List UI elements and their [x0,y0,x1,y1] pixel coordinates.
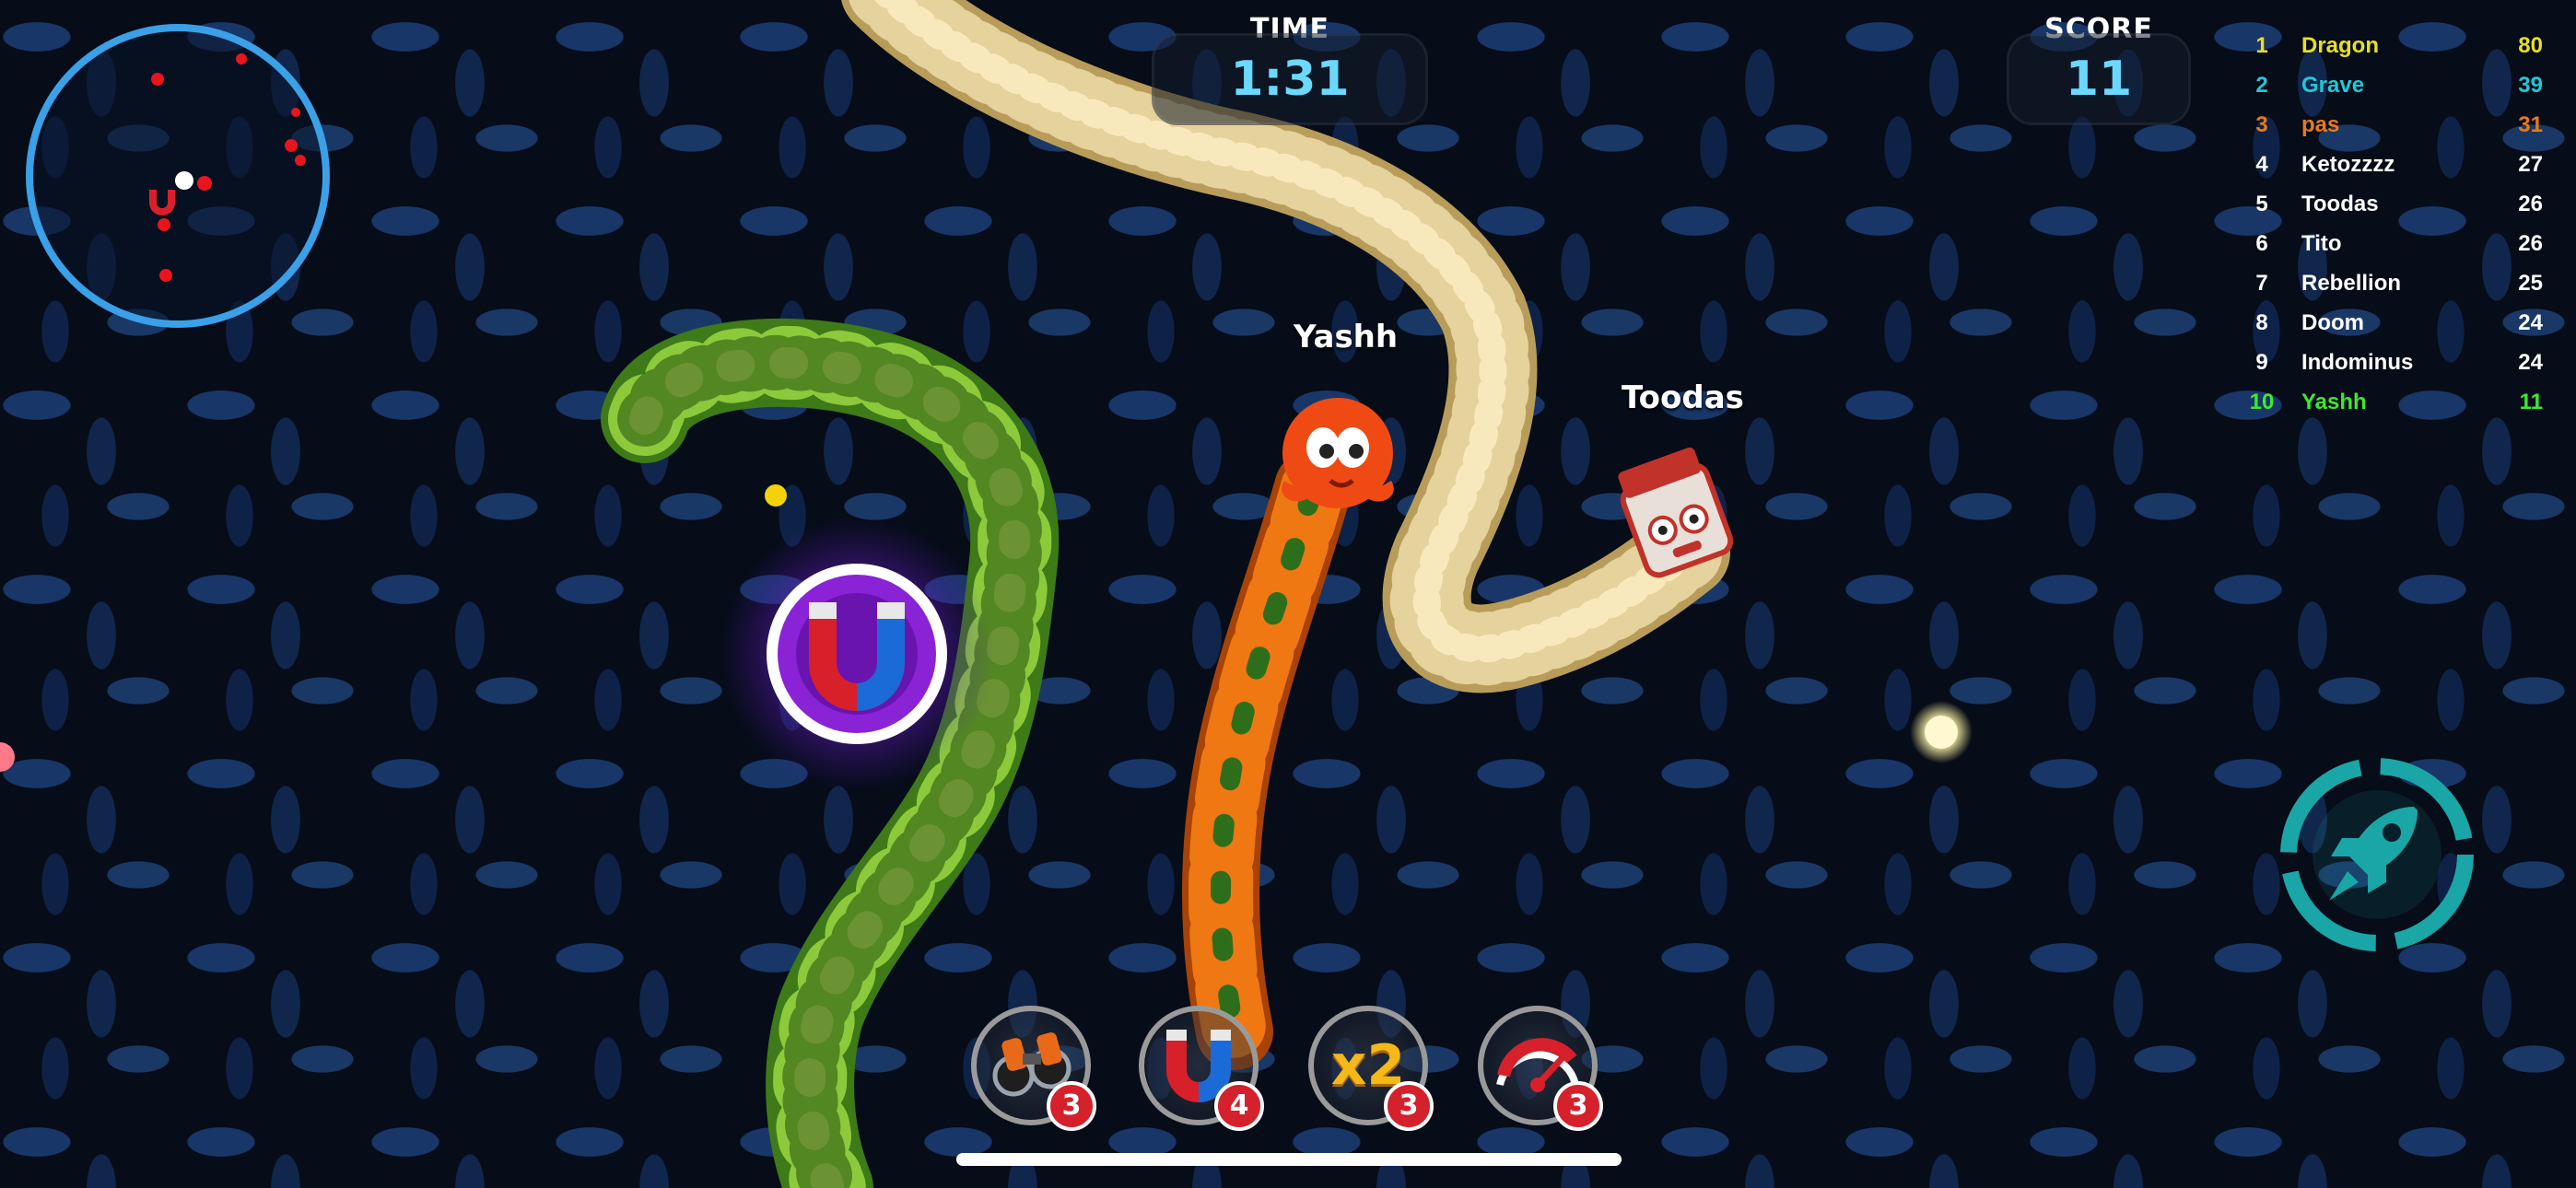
minimap-magnet-icon [149,190,175,215]
powerup-count-badge: 3 [1553,1081,1603,1131]
leaderboard-name: Ketozzzz [2301,152,2395,177]
powerup-count-badge: 3 [1047,1081,1096,1131]
leaderboard-score: 80 [2518,33,2543,58]
boost-button[interactable] [2276,753,2478,956]
leaderboard-score: 24 [2518,350,2543,375]
leaderboard-row: 9 Indominus 24 [2248,350,2543,390]
leaderboard-score: 26 [2518,192,2543,216]
leaderboard-name: Toodas [2301,192,2379,216]
leaderboard-row: 7 Rebellion 25 [2248,271,2543,310]
leaderboard-rank: 10 [2249,390,2275,414]
leaderboard-rank: 9 [2255,350,2268,375]
food-pellet [765,484,787,507]
leaderboard-rank: 4 [2255,152,2268,177]
leaderboard-rank: 5 [2255,192,2268,216]
leaderboard-rank: 6 [2255,231,2268,256]
leaderboard-score: 39 [2518,73,2543,98]
leaderboard-row: 10 Yashh 11 [2248,390,2543,429]
leaderboard-row: 5 Toodas 26 [2248,192,2543,231]
leaderboard-name: pas [2301,112,2340,137]
minimap-enemy-dot [159,269,172,282]
leaderboard-score: 24 [2518,310,2543,335]
leaderboard-name: Dragon [2301,33,2379,58]
leaderboard-row: 6 Tito 26 [2248,231,2543,271]
player-snake-head [1282,398,1394,508]
leaderboard-row: 8 Doom 24 [2248,310,2543,350]
game-world [0,0,1973,1188]
minimap-enemy-dot [197,176,212,191]
minimap-enemy-dot [236,53,247,64]
food-pellet [1925,716,1958,749]
minimap-enemy-dot [291,108,300,117]
leaderboard-name: Grave [2301,73,2365,98]
powerup-binoculars-button[interactable]: 3 [971,1006,1096,1131]
time-value: 1:31 [1152,33,1428,125]
leaderboard-row: 2 Grave 39 [2248,73,2543,112]
leaderboard-row: 1 Dragon 80 [2248,33,2543,73]
leaderboard-name: Tito [2301,231,2342,256]
leaderboard-rank: 7 [2255,271,2268,296]
minimap-markers [149,53,306,282]
leaderboard-score: 11 [2519,390,2543,414]
magnet-pickup [719,516,995,792]
minimap-player-dot [175,171,193,190]
player-snake-body [1182,449,1352,1070]
powerup-count-badge: 3 [1384,1081,1434,1131]
powerup-x2-button[interactable]: x2 3 [1308,1006,1434,1131]
player-name-tag: Yashh [1294,319,1399,355]
food-pellet [0,742,15,772]
leaderboard-score: 26 [2518,231,2543,256]
leaderboard-rank: 3 [2255,112,2268,137]
leaderboard-name: Doom [2301,310,2364,335]
powerup-count-badge: 4 [1214,1081,1264,1131]
leaderboard-rank: 1 [2255,33,2268,58]
leaderboard-name: Yashh [2301,390,2367,414]
leaderboard-rank: 8 [2255,310,2268,335]
rocket-icon [2280,758,2474,951]
minimap-enemy-dot [285,139,298,152]
minimap-enemy-dot [151,73,164,86]
leaderboard-score: 31 [2518,112,2543,137]
leaderboard-score: 27 [2518,152,2543,177]
leaderboard-row: 4 Ketozzzz 27 [2248,152,2543,192]
leaderboard-score: 25 [2518,271,2543,296]
minimap-enemy-dot [158,218,170,231]
powerup-speed-button[interactable]: 3 [1478,1006,1603,1131]
leaderboard-rank: 2 [2255,73,2268,98]
leaderboard-row: 3 pas 31 [2248,112,2543,152]
minimap-enemy-dot [295,155,306,166]
enemy-name-tag: Toodas [1622,379,1744,416]
minimap [26,24,330,328]
score-value: 11 [2007,33,2191,125]
powerup-magnet-button[interactable]: 4 [1139,1006,1264,1131]
leaderboard-name: Rebellion [2301,271,2402,296]
home-indicator[interactable] [956,1153,1622,1166]
leaderboard-name: Indominus [2301,350,2414,375]
